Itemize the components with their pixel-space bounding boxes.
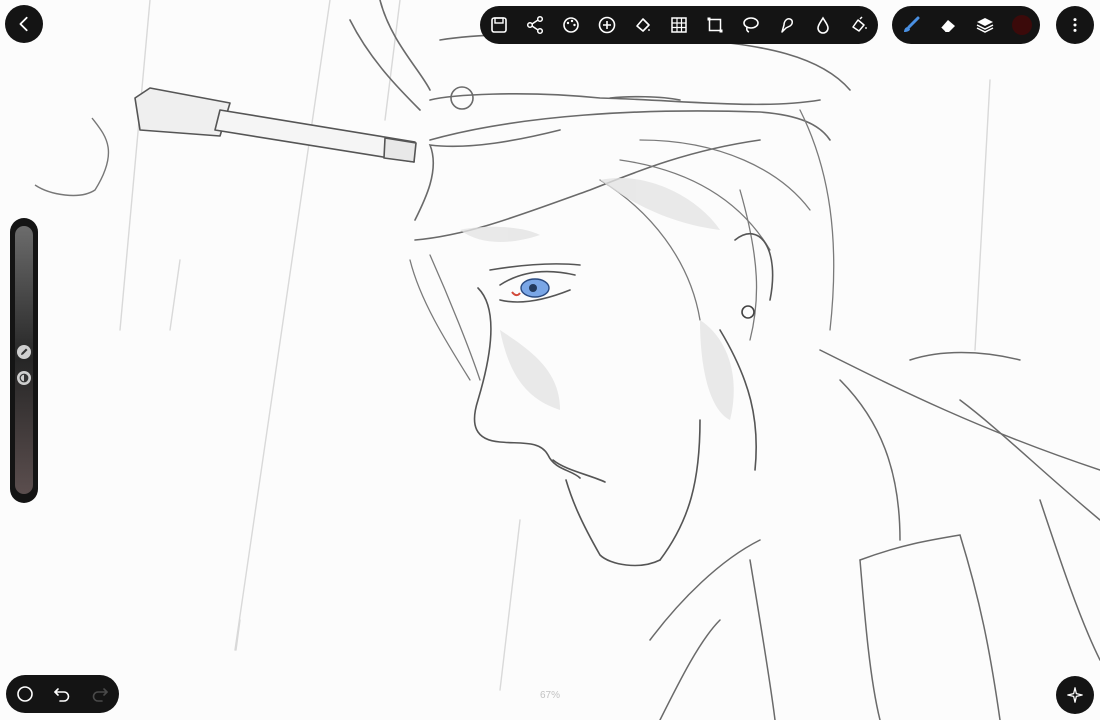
color-swatch[interactable] (1004, 8, 1040, 42)
fill-icon[interactable] (625, 8, 661, 42)
opacity-icon (19, 373, 29, 383)
blur-drop-icon[interactable] (805, 8, 841, 42)
more-vertical-icon (1073, 18, 1077, 32)
brush-slider-panel (10, 218, 38, 503)
chevron-left-icon (19, 16, 28, 32)
grid-icon[interactable] (661, 8, 697, 42)
palette-icon[interactable] (553, 8, 589, 42)
share-icon[interactable] (517, 8, 553, 42)
main-toolbar (480, 6, 878, 44)
eraser-icon[interactable] (930, 8, 966, 42)
fit-screen-button[interactable] (1056, 676, 1094, 714)
add-layer-icon[interactable] (589, 8, 625, 42)
brush-icon[interactable] (893, 8, 929, 42)
undo-icon (54, 688, 70, 702)
save-icon[interactable] (481, 8, 517, 42)
sparkle-icon (1067, 687, 1083, 703)
redo-button[interactable] (85, 677, 115, 711)
drawing-canvas[interactable] (0, 0, 1100, 720)
lasso-icon[interactable] (733, 8, 769, 42)
more-menu-button[interactable] (1056, 6, 1094, 44)
brush-slider-track[interactable] (15, 226, 33, 494)
history-bar (6, 675, 119, 713)
pencil-icon (21, 348, 28, 356)
transform-icon[interactable] (697, 8, 733, 42)
circle-icon (17, 686, 33, 702)
undo-button[interactable] (47, 677, 77, 711)
brush-opacity-knob[interactable] (17, 370, 31, 385)
quick-shape-button[interactable] (10, 677, 40, 711)
layers-icon[interactable] (967, 8, 1003, 42)
back-button[interactable] (5, 5, 43, 43)
brush-size-knob[interactable] (17, 345, 31, 360)
redo-icon (92, 688, 108, 702)
zoom-level: 67% (539, 690, 560, 701)
smudge-icon[interactable] (769, 8, 805, 42)
brush-toolbar (892, 6, 1040, 44)
paint-bucket-icon[interactable] (841, 8, 877, 42)
